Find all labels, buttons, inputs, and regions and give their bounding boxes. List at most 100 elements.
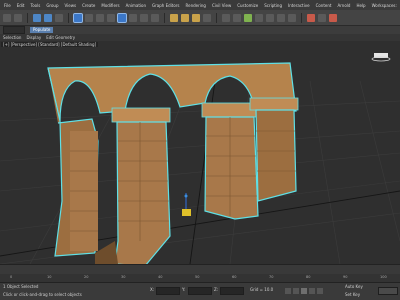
workspace-label: Workspaces: xyxy=(371,2,397,8)
menu-item-customize[interactable]: Customize xyxy=(237,3,258,8)
menu-item-rendering[interactable]: Rendering xyxy=(186,3,206,8)
select-by-name-icon[interactable] xyxy=(85,13,93,22)
ribbon-dropdown[interactable] xyxy=(3,26,25,34)
right-capital xyxy=(249,97,299,111)
ground-slab xyxy=(95,241,118,264)
menu-item-create[interactable]: Create xyxy=(82,3,95,8)
perspective-viewport[interactable]: [+] [Perspective] [Standard] [Default Sh… xyxy=(0,41,400,264)
redo-icon[interactable] xyxy=(14,13,22,22)
frame-tick-label: 80 xyxy=(306,275,311,279)
align-icon[interactable] xyxy=(233,13,241,22)
stone-arch-model[interactable] xyxy=(47,62,299,264)
center-left-capital xyxy=(111,107,171,123)
go-to-start-icon[interactable] xyxy=(285,288,291,294)
set-key-button[interactable]: Set Key xyxy=(345,292,360,297)
menu-bar: File Edit Tools Group Views Create Modifiers An… xyxy=(0,0,400,10)
right-pillar xyxy=(255,109,297,202)
render-production-icon[interactable] xyxy=(329,13,337,22)
viewport-canvas[interactable] xyxy=(0,41,400,264)
main-toolbar xyxy=(0,10,400,26)
tab-selection[interactable]: Selection xyxy=(3,35,21,40)
link-icon[interactable] xyxy=(33,13,41,22)
rendered-frame-window-icon[interactable] xyxy=(318,13,326,22)
viewcube-icon[interactable] xyxy=(371,53,391,62)
viewport-label[interactable]: [+] [Perspective] [Standard] [Default Sh… xyxy=(1,42,99,47)
separator xyxy=(27,12,28,23)
menu-item-interactive[interactable]: Interactive xyxy=(288,3,310,8)
menu-item-file[interactable]: File xyxy=(4,3,11,8)
mirror-icon[interactable] xyxy=(222,13,230,22)
menu-item-group[interactable]: Group xyxy=(46,3,58,8)
tab-populate[interactable]: Populate xyxy=(30,27,54,33)
menu-item-content[interactable]: Content xyxy=(316,3,332,8)
render-setup-icon[interactable] xyxy=(307,13,315,22)
separator xyxy=(164,12,165,23)
y-coord-label: Y: xyxy=(182,287,186,292)
menu-item-modifiers[interactable]: Modifiers xyxy=(101,3,119,8)
previous-frame-icon[interactable] xyxy=(293,288,299,294)
ribbon-panel: Selection Display Edit Geometry xyxy=(0,34,400,41)
menu-item-civil-view[interactable]: Civil View xyxy=(212,3,231,8)
tab-display[interactable]: Display xyxy=(26,35,41,40)
next-frame-icon[interactable] xyxy=(309,288,315,294)
curve-editor-icon[interactable] xyxy=(266,13,274,22)
separator xyxy=(301,12,302,23)
rectangular-selection-icon[interactable] xyxy=(96,13,104,22)
frame-tick-label: 70 xyxy=(269,275,274,279)
menu-item-help[interactable]: Help xyxy=(356,3,365,8)
center-right-capital xyxy=(201,102,258,118)
tab-edit-geometry[interactable]: Edit Geometry xyxy=(46,35,75,40)
scene-explorer-icon[interactable] xyxy=(244,13,252,22)
status-bar: 1 Object Selected Click or click-and-dra… xyxy=(0,282,400,300)
time-slider[interactable] xyxy=(0,264,400,274)
layer-explorer-icon[interactable] xyxy=(255,13,263,22)
transform-gizmo[interactable] xyxy=(182,193,191,216)
unlink-icon[interactable] xyxy=(44,13,52,22)
select-object-icon[interactable] xyxy=(73,12,83,23)
grid-size: Grid = 10.0 xyxy=(250,287,274,292)
key-filters-field[interactable] xyxy=(378,287,398,295)
menu-item-tools[interactable]: Tools xyxy=(30,3,40,8)
separator xyxy=(216,12,217,23)
menu-item-edit[interactable]: Edit xyxy=(17,3,25,8)
menu-item-arnold[interactable]: Arnold xyxy=(337,3,350,8)
frame-tick-label: 20 xyxy=(84,275,89,279)
y-coord-field[interactable] xyxy=(188,287,212,295)
z-coord-field[interactable] xyxy=(220,287,244,295)
selection-count: 1 Object Selected xyxy=(3,284,39,289)
percent-snap-icon[interactable] xyxy=(192,13,200,22)
workspace-selector[interactable]: Workspaces:Default xyxy=(372,3,400,8)
play-icon[interactable] xyxy=(301,288,307,294)
frame-tick-label: 60 xyxy=(232,275,237,279)
select-and-scale-icon[interactable] xyxy=(140,13,148,22)
angle-snap-icon[interactable] xyxy=(181,13,189,22)
select-and-move-icon[interactable] xyxy=(117,12,127,23)
x-coord-field[interactable] xyxy=(156,287,180,295)
frame-tick-label: 0 xyxy=(10,275,13,279)
select-and-place-icon[interactable] xyxy=(151,13,159,22)
frame-tick-label: 10 xyxy=(47,275,52,279)
frame-tick-label: 30 xyxy=(121,275,126,279)
track-bar[interactable]: 0 10 20 30 40 50 60 70 80 90 100 xyxy=(0,274,400,282)
menu-item-scripting[interactable]: Scripting xyxy=(264,3,282,8)
menu-item-views[interactable]: Views xyxy=(65,3,77,8)
undo-icon[interactable] xyxy=(3,13,11,22)
separator xyxy=(68,12,69,23)
center-left-pillar xyxy=(114,121,171,264)
menu-item-graph-editors[interactable]: Graph Editors xyxy=(152,3,179,8)
snaps-toggle-icon[interactable] xyxy=(170,13,178,22)
menu-item-animation[interactable]: Animation xyxy=(126,3,146,8)
select-and-rotate-icon[interactable] xyxy=(129,13,137,22)
go-to-end-icon[interactable] xyxy=(317,288,323,294)
frame-tick-label: 90 xyxy=(343,275,348,279)
frame-tick-label: 100 xyxy=(380,275,387,279)
center-right-pillar xyxy=(204,116,259,220)
material-editor-icon[interactable] xyxy=(288,13,296,22)
bind-spacewarp-icon[interactable] xyxy=(55,13,63,22)
x-coord-label: X: xyxy=(150,287,155,292)
ribbon-tabs: Populate xyxy=(0,26,400,34)
auto-key-button[interactable]: Auto Key xyxy=(345,284,363,289)
schematic-view-icon[interactable] xyxy=(277,13,285,22)
window-crossing-icon[interactable] xyxy=(107,13,115,22)
spinner-snap-icon[interactable] xyxy=(203,13,211,22)
